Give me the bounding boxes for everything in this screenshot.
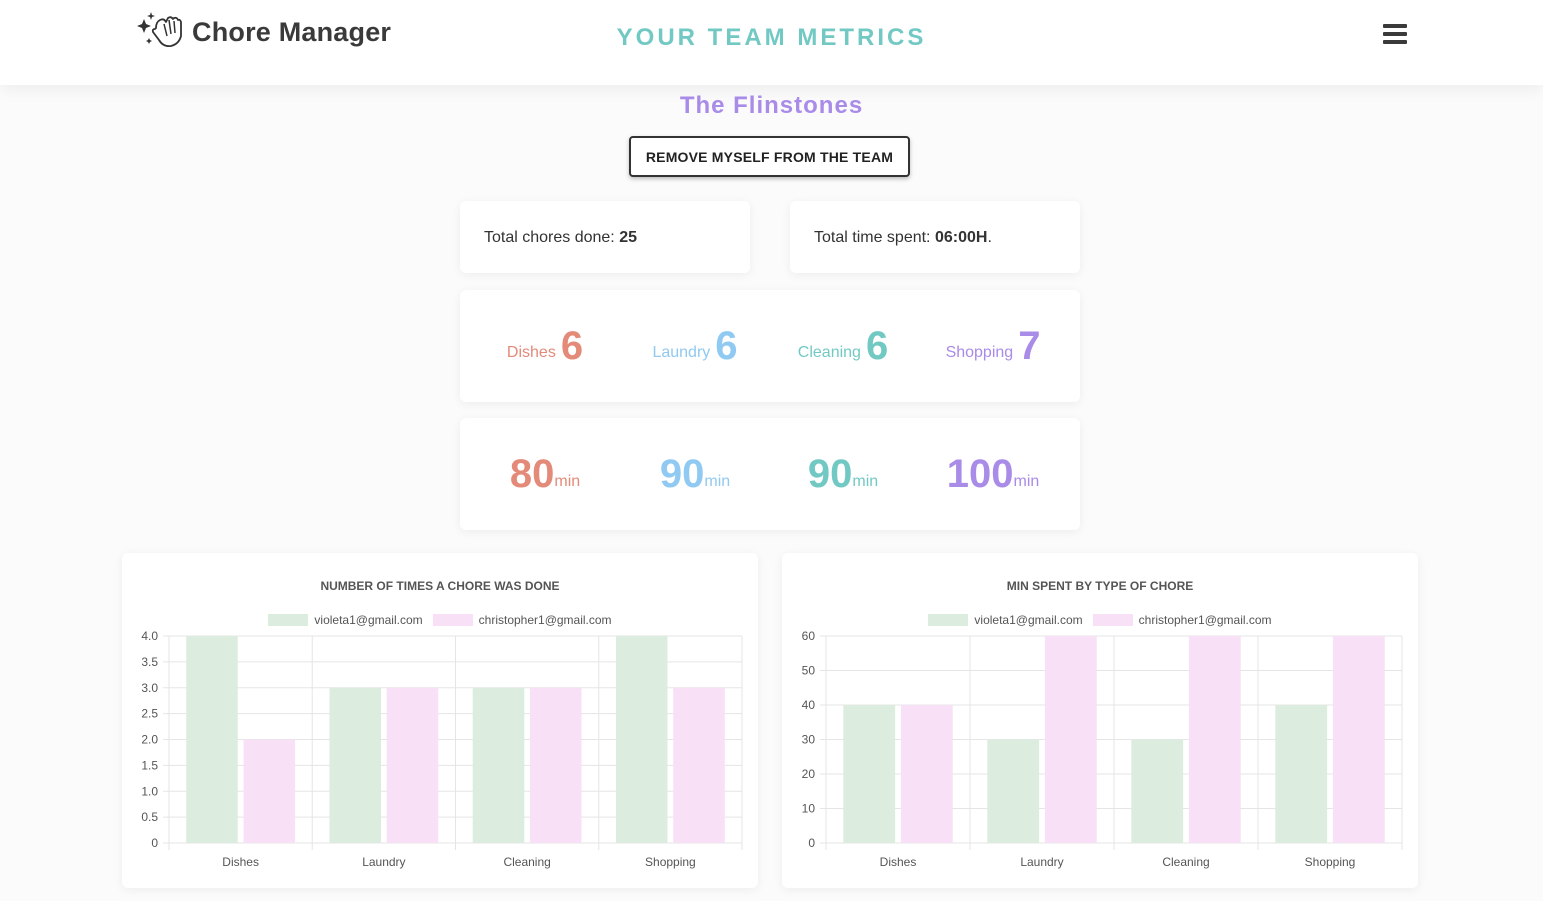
total-time-card: Total time spent: 06:00H.: [790, 201, 1080, 273]
dishes-time-value: 80: [509, 451, 555, 496]
bar-dishes-series-2[interactable]: [900, 705, 953, 843]
shopping-time: 100 min: [918, 418, 1068, 530]
chore-times-card: 80 min 90 min 90 min 100 min: [460, 418, 1080, 530]
y-tick-label: 4.0: [141, 629, 158, 643]
y-tick-label: 1.5: [141, 758, 158, 772]
bar-cleaning-series-1[interactable]: [472, 687, 525, 843]
cleaning-count-value: 6: [865, 323, 889, 368]
bar-laundry-series-1[interactable]: [987, 739, 1040, 844]
shopping-label: Shopping: [945, 344, 1014, 361]
x-tick-label: Shopping: [1305, 855, 1356, 869]
y-tick-label: 30: [802, 733, 816, 747]
laundry-time: 90 min: [620, 418, 770, 530]
bar-dishes-series-2[interactable]: [243, 739, 296, 844]
shopping-count-value: 7: [1018, 323, 1041, 368]
page-title: YOUR TEAM METRICS: [616, 24, 927, 51]
cleaning-count: Cleaning 6: [768, 290, 918, 402]
y-tick-label: 0: [808, 836, 815, 850]
shopping-time-value: 100: [946, 451, 1014, 496]
x-tick-label: Laundry: [362, 855, 405, 869]
laundry-count-value: 6: [715, 323, 738, 368]
total-time-label: Total time spent:: [814, 229, 935, 246]
shopping-count: Shopping 7: [918, 290, 1068, 402]
laundry-time-unit: min: [704, 473, 731, 490]
bar-dishes-series-1[interactable]: [843, 705, 896, 843]
remove-myself-button[interactable]: REMOVE MYSELF FROM THE TEAM: [629, 136, 910, 177]
laundry-count: Laundry 6: [620, 290, 770, 402]
y-tick-label: 1.0: [141, 784, 158, 798]
x-tick-label: Dishes: [222, 855, 259, 869]
x-tick-label: Cleaning: [1162, 855, 1209, 869]
y-tick-label: 3.5: [141, 655, 158, 669]
bar-shopping-series-2[interactable]: [673, 687, 725, 843]
y-tick-label: 2.5: [141, 707, 158, 721]
y-tick-label: 0.5: [141, 810, 158, 824]
total-time-suffix: .: [987, 229, 992, 246]
dishes-count-value: 6: [560, 323, 584, 368]
bar-shopping-series-2[interactable]: [1332, 636, 1385, 843]
y-tick-label: 20: [802, 767, 816, 781]
x-tick-label: Cleaning: [503, 855, 550, 869]
y-tick-label: 60: [802, 629, 816, 643]
laundry-time-value: 90: [659, 451, 705, 496]
bar-cleaning-series-2[interactable]: [1188, 636, 1241, 843]
x-tick-label: Shopping: [645, 855, 696, 869]
hamburger-menu-icon[interactable]: [1383, 24, 1407, 44]
cleaning-time: 90 min: [768, 418, 918, 530]
cleaning-time-value: 90: [807, 451, 853, 496]
bar-laundry-series-2[interactable]: [1044, 636, 1097, 843]
chore-counts-card: Dishes 6 Laundry 6 Cleaning 6 Shopping 7: [460, 290, 1080, 402]
dishes-time: 80 min: [470, 418, 620, 530]
chore-count-chart-card: NUMBER OF TIMES A CHORE WAS DONE violeta…: [122, 553, 758, 888]
bar-shopping-series-1[interactable]: [1275, 705, 1328, 843]
x-tick-label: Laundry: [1020, 855, 1063, 869]
bar-shopping-series-1[interactable]: [615, 636, 668, 843]
time-spent-chart-card: MIN SPENT BY TYPE OF CHORE violeta1@gmai…: [782, 553, 1418, 888]
y-tick-label: 3.0: [141, 681, 158, 695]
y-tick-label: 40: [802, 698, 816, 712]
team-name: The Flinstones: [679, 92, 864, 119]
total-time-value: 06:00H: [934, 229, 988, 246]
x-tick-label: Dishes: [880, 855, 917, 869]
cleaning-time-unit: min: [852, 473, 879, 490]
total-chores-card: Total chores done: 25: [460, 201, 750, 273]
dishes-count: Dishes 6: [470, 290, 620, 402]
dishes-label: Dishes: [506, 344, 556, 361]
cleaning-label: Cleaning: [797, 344, 861, 361]
bar-cleaning-series-1[interactable]: [1131, 739, 1184, 844]
y-tick-label: 10: [802, 802, 816, 816]
bar-laundry-series-2[interactable]: [386, 687, 439, 843]
y-tick-label: 0: [151, 836, 158, 850]
chore-count-bar-chart: 4.0 3.5 3.0 2.5 2.0 1.5 1.0 0.5 0 Dishes Laundry Cl…: [141, 629, 743, 869]
total-chores-value: 25: [619, 229, 637, 246]
bar-laundry-series-1[interactable]: [329, 687, 382, 843]
laundry-label: Laundry: [652, 344, 711, 361]
time-spent-bar-chart: 60 50 40 30 20 10 0 Dishes Laundry Cleaning Shoppi…: [802, 629, 1403, 869]
y-tick-label: 50: [802, 664, 816, 678]
total-chores-label: Total chores done:: [484, 229, 620, 246]
bar-cleaning-series-2[interactable]: [529, 687, 582, 843]
shopping-time-unit: min: [1013, 473, 1040, 490]
bar-dishes-series-1[interactable]: [186, 636, 238, 843]
top-navbar: Chore Manager YOUR TEAM METRICS: [0, 0, 1543, 85]
y-tick-label: 2.0: [141, 733, 158, 747]
dishes-time-unit: min: [554, 473, 581, 490]
